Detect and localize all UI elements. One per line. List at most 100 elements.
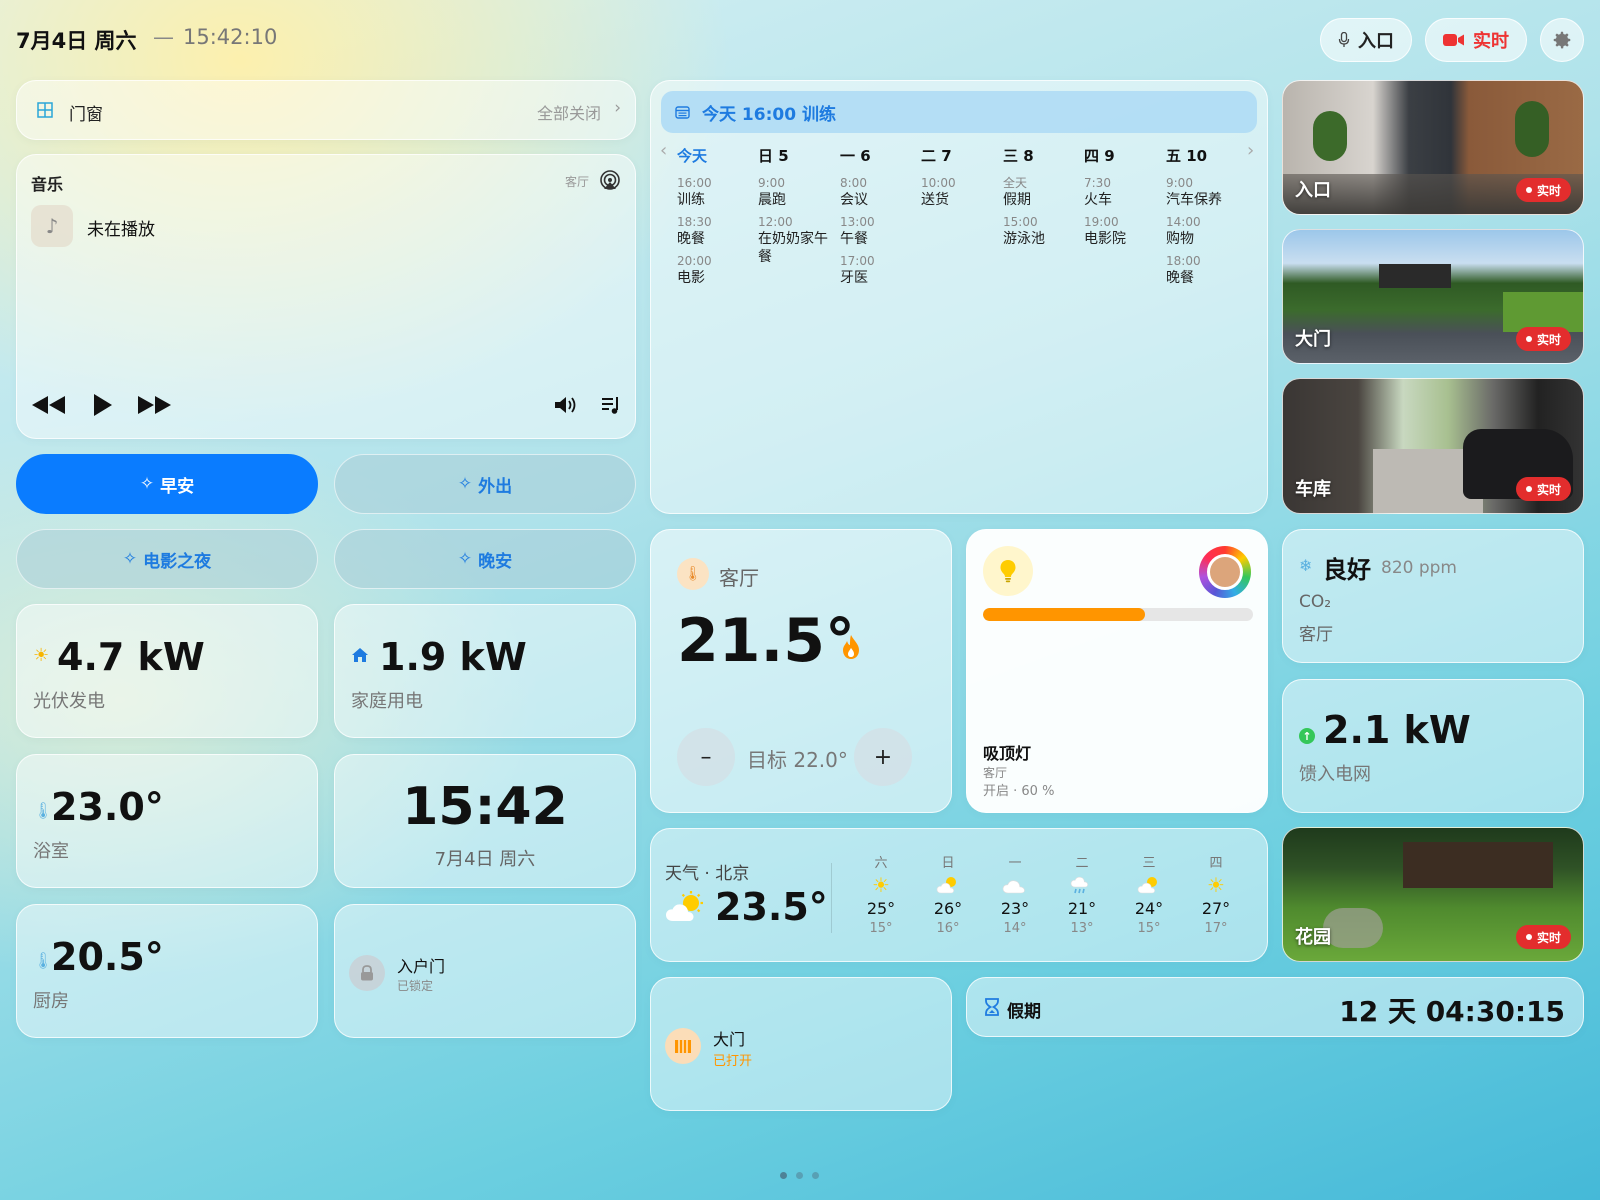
scene-good-morning-button[interactable]: ✧ 早安 — [16, 454, 318, 514]
calendar-event[interactable]: 10:00 送货 — [921, 176, 1001, 209]
ceiling-light-card[interactable]: 吸顶灯 客厅 开启 · 60 % — [966, 529, 1268, 813]
live-badge: 实时 — [1515, 327, 1571, 351]
forecast-high: 25° — [866, 899, 896, 918]
calendar-event[interactable]: 15:00 游泳池 — [1003, 215, 1083, 248]
play-icon[interactable] — [93, 393, 113, 417]
camera-garage[interactable]: 车库 实时 — [1282, 378, 1584, 514]
cloud-icon — [990, 871, 1040, 899]
calendar-next-event-banner[interactable]: 今天 16:00 训练 — [661, 91, 1257, 133]
gate-card[interactable]: 大门 已打开 — [650, 977, 952, 1111]
calendar-event[interactable]: 9:00 汽车保养 — [1166, 176, 1246, 209]
solar-card[interactable]: ☀ 4.7 kW 光伏发电 — [16, 604, 318, 738]
page-indicator-active[interactable] — [780, 1172, 787, 1179]
scene-away-button[interactable]: ✧ 外出 — [334, 454, 636, 514]
plant — [1515, 101, 1549, 157]
event-title: 火车 — [1084, 192, 1112, 208]
music-title: 音乐 — [31, 175, 64, 194]
event-title: 晨跑 — [758, 192, 786, 208]
video-camera-icon — [1443, 34, 1464, 46]
chevron-right-icon: › — [614, 98, 621, 118]
doors-windows-card[interactable]: 门窗 全部关闭 › — [16, 80, 636, 140]
calendar-event[interactable]: 14:00 购物 — [1166, 215, 1246, 248]
calendar-event[interactable]: 8:00 会议 — [840, 176, 920, 209]
forecast-low: 17° — [1204, 921, 1228, 936]
live-badge-label: 实时 — [1536, 930, 1561, 945]
calendar-event[interactable]: 18:30 晚餐 — [677, 215, 757, 248]
event-time: 19:00 — [1084, 215, 1119, 229]
decrease-temp-button[interactable]: – — [677, 728, 735, 786]
lightbulb-icon[interactable] — [983, 546, 1033, 596]
partly-sunny-icon — [666, 891, 703, 921]
event-title: 会议 — [840, 192, 868, 208]
camera-name: 花园 — [1295, 927, 1331, 948]
event-time: 20:00 — [677, 254, 712, 268]
calendar-banner-text: 今天 16:00 训练 — [702, 104, 836, 125]
calendar-prev-icon[interactable]: ‹ — [660, 140, 667, 161]
sun-icon: ☀ — [872, 873, 890, 897]
calendar-day-header: 五 10 — [1166, 147, 1208, 165]
light-room: 客厅 — [983, 766, 1008, 780]
lock-icon — [349, 955, 385, 991]
calendar-event[interactable]: 13:00 午餐 — [840, 215, 920, 248]
scene-good-night-button[interactable]: ✧ 晚安 — [334, 529, 636, 589]
calendar-event[interactable]: 12:00 在奶奶家午餐 — [758, 215, 838, 266]
live-view-button[interactable]: 实时 — [1425, 18, 1527, 62]
event-title: 假期 — [1003, 192, 1031, 208]
camera-entrance[interactable]: 入口 实时 — [1282, 80, 1584, 215]
rewind-icon[interactable] — [31, 395, 67, 415]
calendar-event[interactable]: 20:00 电影 — [677, 254, 757, 287]
calendar-next-icon[interactable]: › — [1247, 140, 1254, 161]
settings-button[interactable] — [1540, 18, 1584, 62]
album-art: ♪ — [31, 205, 73, 247]
calendar-event[interactable]: 全天 假期 — [1003, 176, 1083, 209]
front-door-lock-card[interactable]: 入户门 已锁定 — [334, 904, 636, 1038]
hourglass-icon — [985, 998, 999, 1016]
fast-forward-icon[interactable] — [137, 395, 173, 415]
calendar-event[interactable]: 7:30 火车 — [1084, 176, 1164, 209]
volume-icon[interactable] — [553, 395, 579, 415]
thermostat-card: 🌡︎ 客厅 21.5° – 目标 22.0° + — [650, 529, 952, 813]
queue-icon[interactable] — [601, 395, 621, 415]
color-wheel-button[interactable] — [1199, 546, 1251, 598]
calendar-event[interactable]: 9:00 晨跑 — [758, 176, 838, 209]
brightness-track[interactable] — [983, 608, 1253, 621]
event-title: 电影 — [677, 270, 705, 286]
forecast-day-name: 一 — [1008, 856, 1022, 871]
solar-label: 光伏发电 — [33, 691, 105, 712]
calendar-event[interactable]: 17:00 牙医 — [840, 254, 920, 287]
co2-card[interactable]: ❄ 良好 820 ppm CO₂ 客厅 — [1282, 529, 1584, 663]
calendar-event[interactable]: 19:00 电影院 — [1084, 215, 1164, 248]
scene-movie-night-button[interactable]: ✧ 电影之夜 — [16, 529, 318, 589]
lawn — [1503, 292, 1583, 332]
event-title: 在奶奶家午餐 — [758, 231, 828, 265]
header-time: 15:42:10 — [183, 25, 278, 49]
page-indicator[interactable] — [796, 1172, 803, 1179]
light-name: 吸顶灯 — [983, 744, 1032, 763]
entrance-intercom-button[interactable]: 入口 — [1320, 18, 1412, 62]
partly-cloudy-icon — [1124, 871, 1174, 899]
event-time: 18:30 — [677, 215, 712, 229]
close-all-link[interactable]: 全部关闭 — [537, 100, 601, 124]
bathroom-temp-card[interactable]: 🌡︎ 23.0° 浴室 — [16, 754, 318, 888]
event-time: 7:30 — [1084, 176, 1111, 190]
increase-temp-button[interactable]: + — [854, 728, 912, 786]
airplay-icon[interactable] — [599, 169, 621, 191]
live-badge: 实时 — [1515, 477, 1571, 501]
camera-gate[interactable]: 大门 实时 — [1282, 229, 1584, 364]
camera-name: 入口 — [1295, 180, 1331, 201]
live-badge-label: 实时 — [1536, 482, 1561, 497]
home-power-card[interactable]: 1.9 kW 家庭用电 — [334, 604, 636, 738]
rain-icon — [1057, 871, 1107, 899]
header-separator: — — [153, 25, 174, 49]
grid-feed-card[interactable]: ↑ 2.1 kW 馈入电网 — [1282, 679, 1584, 813]
event-time: 10:00 — [921, 176, 956, 190]
calendar-event[interactable]: 16:00 训练 — [677, 176, 757, 209]
calendar-event[interactable]: 18:00 晚餐 — [1166, 254, 1246, 287]
camera-garden[interactable]: 花园 实时 — [1282, 827, 1584, 962]
forecast-day: 三 24° 15° — [1124, 852, 1174, 936]
page-indicator[interactable] — [812, 1172, 819, 1179]
event-time: 9:00 — [758, 176, 785, 190]
bathroom-temp-value: 23.0° — [51, 785, 164, 829]
vacation-countdown-card[interactable]: 假期 12 天 04:30:15 — [966, 977, 1584, 1037]
kitchen-temp-card[interactable]: 🌡︎ 20.5° 厨房 — [16, 904, 318, 1038]
